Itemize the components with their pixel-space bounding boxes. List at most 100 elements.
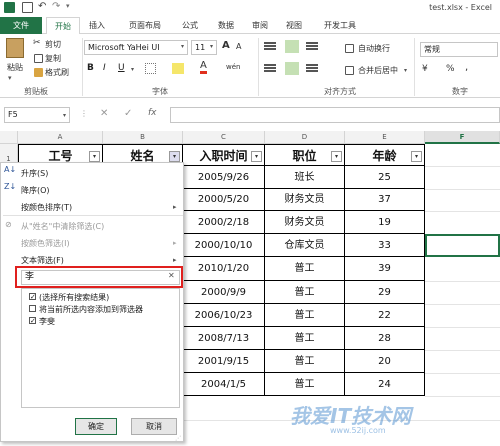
cell-age[interactable]: 37	[345, 189, 425, 211]
tab-data[interactable]: 数据	[212, 17, 240, 34]
italic-button[interactable]: I	[103, 63, 106, 73]
bold-button[interactable]: B	[87, 63, 94, 73]
wrap-text-button[interactable]: 自动换行	[358, 43, 390, 54]
cell-hire-date[interactable]: 2006/10/23	[183, 304, 265, 327]
cell-hire-date[interactable]: 2000/10/10	[183, 234, 265, 257]
merge-center-button[interactable]: 合并后居中	[358, 65, 398, 76]
cut-button[interactable]: 剪切	[45, 39, 61, 50]
resize-grip-icon[interactable]: ⋰	[175, 435, 181, 442]
cancel-edit-icon[interactable]: ✕	[100, 108, 108, 119]
paste-dropdown-icon[interactable]: ▾	[8, 74, 12, 82]
borders-icon[interactable]	[145, 63, 156, 74]
align-right-icon[interactable]	[306, 64, 318, 66]
font-name-box[interactable]: Microsoft YaHei UI	[84, 40, 188, 55]
align-bottom-icon[interactable]	[306, 42, 318, 44]
undo-icon[interactable]: ↶	[38, 1, 46, 12]
shrink-font-button[interactable]: A	[236, 42, 241, 51]
paste-button[interactable]: 粘贴	[7, 62, 23, 73]
cell-position[interactable]: 班长	[265, 166, 345, 189]
font-size-box[interactable]: 11	[191, 40, 217, 55]
column-header-b[interactable]: B	[103, 131, 183, 144]
cell-hire-date[interactable]: 2004/1/5	[183, 373, 265, 396]
customize-qat-icon[interactable]: ▾	[66, 2, 70, 10]
cell-age[interactable]: 28	[345, 327, 425, 350]
cell-position[interactable]: 普工	[265, 304, 345, 327]
name-box[interactable]: F5	[4, 107, 70, 123]
cell-age[interactable]: 24	[345, 373, 425, 396]
underline-dropdown-icon[interactable]: ▾	[131, 66, 134, 73]
tab-home[interactable]: 开始	[46, 17, 80, 35]
active-cell-f5[interactable]	[425, 234, 500, 257]
text-filters-item[interactable]: 文本筛选(F)	[21, 255, 64, 266]
tab-page-layout[interactable]: 页面布局	[118, 17, 172, 34]
cell-hire-date[interactable]: 2008/7/13	[183, 327, 265, 350]
cell-position[interactable]: 普工	[265, 281, 345, 304]
filter-search-input[interactable]: 李	[21, 270, 180, 285]
cell-age[interactable]: 19	[345, 211, 425, 234]
filter-dropdown-id[interactable]: ▾	[89, 151, 100, 162]
cell-hire-date[interactable]: 2000/5/20	[183, 189, 265, 211]
percent-button[interactable]: %	[446, 64, 455, 74]
redo-icon[interactable]: ↷	[52, 1, 60, 12]
sort-descending-item[interactable]: 降序(O)	[21, 185, 50, 196]
checkbox-select-all-results[interactable]: ✓	[29, 293, 36, 301]
column-header-f[interactable]: F	[425, 131, 500, 144]
number-format-box[interactable]: 常规	[420, 42, 498, 57]
filter-dropdown-position[interactable]: ▾	[331, 151, 342, 162]
cell-hire-date[interactable]: 2000/2/18	[183, 211, 265, 234]
comma-style-button[interactable]: ,	[465, 62, 468, 73]
filter-ok-button[interactable]: 确定	[75, 418, 117, 435]
formula-input[interactable]	[170, 107, 500, 123]
tab-insert[interactable]: 插入	[82, 17, 112, 34]
column-header-a[interactable]: A	[18, 131, 103, 144]
cell-position[interactable]: 财务文员	[265, 189, 345, 211]
filter-dropdown-hire-date[interactable]: ▾	[251, 151, 262, 162]
cell-age[interactable]: 20	[345, 350, 425, 373]
tab-developer[interactable]: 开发工具	[318, 17, 362, 34]
save-icon[interactable]	[22, 2, 33, 13]
filter-cancel-button[interactable]: 取消	[131, 418, 177, 435]
name-box-dropdown-icon[interactable]: ▾	[63, 112, 66, 119]
cell-age[interactable]: 25	[345, 166, 425, 189]
search-clear-icon[interactable]: ✕	[168, 271, 175, 280]
tab-view[interactable]: 视图	[280, 17, 308, 34]
cell-position[interactable]: 普工	[265, 373, 345, 396]
cell-position[interactable]: 仓库文员	[265, 234, 345, 257]
underline-button[interactable]: U	[118, 63, 125, 73]
phonetic-button[interactable]: wén	[226, 63, 240, 71]
cell-hire-date[interactable]: 2000/9/9	[183, 281, 265, 304]
checkbox-value-li-fei[interactable]: ✓	[29, 317, 36, 325]
align-center-icon[interactable]	[285, 62, 299, 75]
cell-hire-date[interactable]: 2001/9/15	[183, 350, 265, 373]
tab-formulas[interactable]: 公式	[176, 17, 204, 34]
cell-age[interactable]: 33	[345, 234, 425, 257]
filter-dropdown-name[interactable]: ▾	[169, 151, 180, 162]
font-color-button[interactable]: A	[200, 61, 207, 74]
filter-dropdown-age[interactable]: ▾	[411, 151, 422, 162]
cell-position[interactable]: 普工	[265, 350, 345, 373]
filter-by-color-item[interactable]: 按颜色筛选(I)	[21, 238, 70, 249]
cell-position[interactable]: 财务文员	[265, 211, 345, 234]
align-top-icon[interactable]	[264, 42, 276, 44]
column-header-e[interactable]: E	[345, 131, 425, 144]
cell-position[interactable]: 普工	[265, 257, 345, 281]
cell-age[interactable]: 39	[345, 257, 425, 281]
checkbox-add-to-filter[interactable]	[29, 305, 36, 312]
copy-button[interactable]: 复制	[45, 53, 61, 64]
cell-age[interactable]: 29	[345, 281, 425, 304]
font-size-dropdown-icon[interactable]: ▾	[210, 43, 213, 50]
enter-edit-icon[interactable]: ✓	[124, 108, 132, 119]
cell-position[interactable]: 普工	[265, 327, 345, 350]
align-middle-icon[interactable]	[285, 40, 299, 53]
font-name-dropdown-icon[interactable]: ▾	[181, 43, 184, 50]
cell-age[interactable]: 22	[345, 304, 425, 327]
grow-font-button[interactable]: A	[222, 40, 230, 51]
sort-ascending-item[interactable]: 升序(S)	[21, 168, 48, 179]
align-left-icon[interactable]	[264, 64, 276, 66]
insert-function-button[interactable]: fx	[148, 108, 157, 118]
column-header-c[interactable]: C	[183, 131, 265, 144]
sort-by-color-item[interactable]: 按颜色排序(T)	[21, 202, 72, 213]
format-painter-button[interactable]: 格式刷	[45, 67, 69, 78]
cell-hire-date[interactable]: 2005/9/26	[183, 166, 265, 189]
clear-filter-item[interactable]: 从"姓名"中清除筛选(C)	[21, 221, 104, 232]
